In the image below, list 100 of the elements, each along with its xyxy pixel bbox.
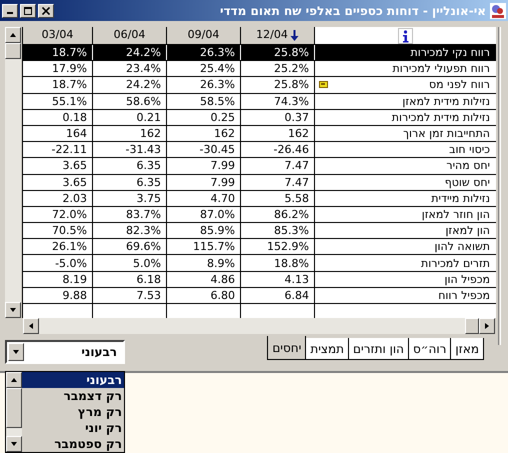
tab[interactable]: יחסים [267,336,306,360]
table-cell: 69.6% [126,239,161,254]
table-cell: 7.53 [136,288,161,303]
scroll-thumb[interactable] [5,43,21,59]
dropdown-arrow-icon [12,348,20,356]
row-label: יחס שוטף [444,174,490,190]
up-arrow-icon [9,31,17,39]
table-cell: 0.37 [284,110,309,125]
column-header[interactable]: 09/04 [167,27,241,44]
table-cell: 24.2% [126,77,161,92]
minimize-icon [7,12,13,14]
table-cell: -31.43 [126,142,161,158]
dropdown-option[interactable]: רבעוני [22,372,124,388]
table-cell: 115.7% [193,239,235,254]
down-arrow-icon [9,306,17,314]
column-header[interactable]: 12/04 [241,27,315,44]
info-icon[interactable] [398,28,413,44]
table-cell: 85.3% [274,223,309,238]
table-cell: 25.4% [200,61,235,76]
row-label: יחס מהיר [446,158,490,174]
table-cell: 26.1% [52,239,87,254]
minimize-button[interactable] [2,4,18,18]
scroll-down-button[interactable] [5,302,21,318]
tab[interactable]: תמצית [305,338,350,360]
list-scroll-up-button[interactable] [6,372,22,388]
dropdown-option[interactable]: רק יוני [22,420,124,436]
table-cell: 2.03 [62,190,87,206]
maximize-icon [24,6,32,14]
tab[interactable]: מאזן [450,338,484,360]
horizontal-scrollbar[interactable] [23,318,495,334]
table-cell: 7.99 [210,174,235,190]
row-label: נזילות מידית למאזן [402,94,490,109]
table-cell: 6.80 [210,288,235,303]
list-scroll-thumb[interactable] [6,388,22,428]
row-label: תזרים למכירות [421,256,490,271]
column-header[interactable]: 06/04 [93,27,167,44]
vertical-scrollbar[interactable] [5,27,21,318]
note-icon[interactable] [319,81,328,88]
maximize-button[interactable] [20,4,36,18]
table-cell: 164 [66,126,87,142]
column-header[interactable]: 03/04 [23,27,93,44]
table-cell: 17.9% [52,61,87,76]
table-cell: 58.6% [126,94,161,109]
table-cell: 5.58 [284,190,309,206]
list-scroll-down-button[interactable] [6,436,22,452]
row-label: רווח לפני מס [429,77,490,92]
table-cell: 4.13 [284,272,309,287]
tab[interactable]: הון ותזרים [348,338,409,360]
table-cell: 82.3% [126,223,161,238]
table-cell: 74.3% [274,94,309,109]
row-label: רווח תפעולי למכירות [392,61,490,76]
table-cell: 86.2% [274,206,309,222]
tab[interactable]: רוה״ס [408,338,452,360]
table-cell: 4.70 [210,190,235,206]
table-cell: 25.8% [274,77,309,92]
table-cell: 6.35 [136,158,161,174]
table-cell: 162 [140,126,161,142]
table-cell: 8.9% [207,256,235,271]
down-arrow-icon [10,440,18,448]
table-cell: 162 [288,126,309,142]
table-cell: -30.45 [200,142,235,158]
table-cell: 26.3% [200,77,235,92]
window-title: אי-אונליין - דוחות כספיים באלפי שח תאום מדדי [218,2,487,20]
row-label: הון למאזן [445,223,490,238]
scroll-left-button[interactable] [23,318,39,334]
table-cell: 152.9% [267,239,309,254]
table-cell: 83.7% [126,206,161,222]
table-cell: 8.19 [62,272,87,287]
table-cell: 0.21 [136,110,161,125]
scroll-up-button[interactable] [5,27,21,43]
table-cell: 85.9% [200,223,235,238]
table-cell: 162 [214,126,235,142]
table-cell: 55.1% [52,94,87,109]
table-cell: 25.8% [274,45,309,60]
dropdown-option[interactable]: רק מרץ [22,404,124,420]
table-cell: 0.18 [62,110,87,125]
row-label: נזילות מידית למכירות [392,110,490,125]
table-cell: 7.99 [210,158,235,174]
scroll-thumb[interactable] [465,318,479,334]
row-label: התחייבות זמן ארוך [403,126,490,142]
dropdown-value: רבעוני [80,344,118,361]
scroll-right-button[interactable] [479,318,495,334]
row-label: כיסוי חוב [449,142,490,158]
table-cell: 3.75 [136,190,161,206]
table-cell: 7.47 [284,158,309,174]
table-cell: 25.2% [274,61,309,76]
dropdown-option[interactable]: רק דצמבר [22,388,124,404]
dropdown-option[interactable]: רק ספטמבר [22,436,124,452]
table-cell: 0.25 [210,110,235,125]
row-label: מכפיל הון [444,272,490,287]
period-dropdown[interactable]: רבעוני [5,340,125,364]
row-label: תשואה להון [434,239,490,254]
close-button[interactable] [38,4,54,18]
table-cell: 23.4% [126,61,161,76]
right-arrow-icon [483,322,491,330]
table-cell: 6.18 [136,272,161,287]
row-label: הון חוזר למאזן [422,206,490,222]
up-arrow-icon [10,376,18,384]
row-label: נזילות מיידית [431,190,490,206]
table-cell: -22.11 [52,142,87,158]
